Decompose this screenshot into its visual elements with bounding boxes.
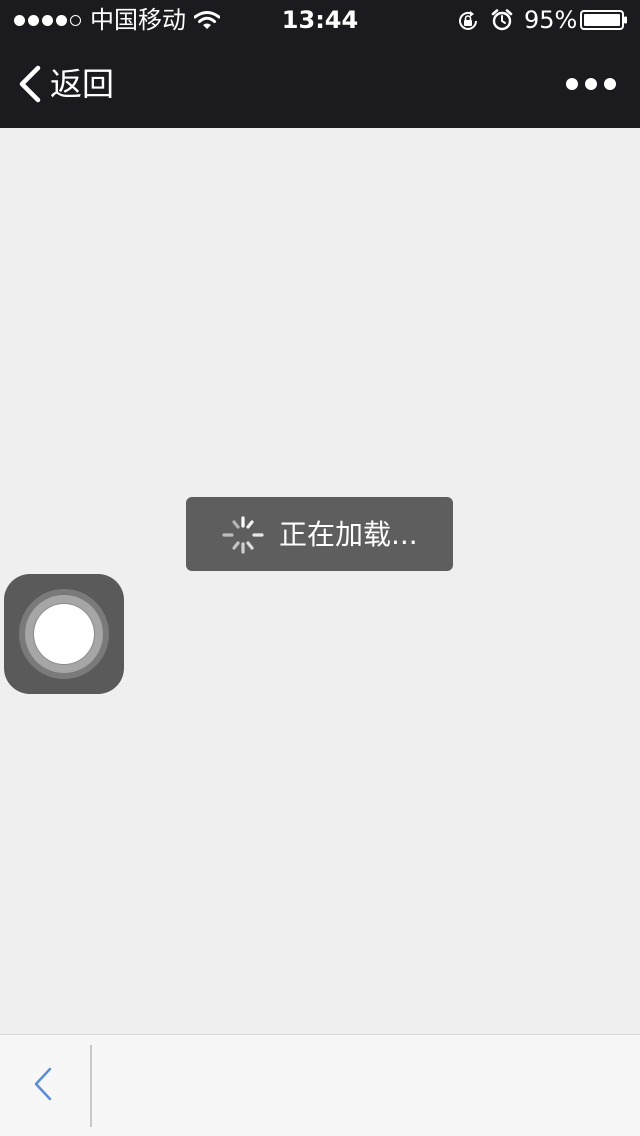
signal-strength-icon <box>14 13 81 27</box>
assistive-touch-button[interactable] <box>4 574 124 694</box>
spinner-icon <box>222 516 264 554</box>
back-button[interactable]: 返回 <box>16 60 114 108</box>
loading-text: 正在加载... <box>279 518 418 551</box>
status-bar: 中国移动 13:44 95% <box>0 0 640 40</box>
signal-dot <box>14 14 25 26</box>
rotation-lock-icon <box>459 11 477 30</box>
carrier-name: 中国移动 <box>90 6 186 34</box>
alarm-icon <box>491 9 513 31</box>
toolbar-back-button[interactable] <box>20 1057 68 1109</box>
signal-dot-empty <box>70 14 81 26</box>
bottom-toolbar <box>0 1034 640 1136</box>
chevron-left-icon <box>34 1067 52 1101</box>
toolbar-divider <box>90 1045 92 1127</box>
signal-dot <box>28 14 39 26</box>
signal-dot <box>42 14 53 26</box>
signal-dot <box>56 14 67 26</box>
assistive-touch-core <box>34 604 94 664</box>
navigation-bar: 返回 <box>0 40 640 128</box>
battery-percentage: 95% <box>524 6 578 34</box>
more-options-button[interactable] <box>566 70 616 98</box>
chevron-left-icon <box>19 65 41 103</box>
more-dots-icon <box>585 78 597 90</box>
battery-icon <box>580 10 627 30</box>
back-label: 返回 <box>50 65 115 103</box>
more-dots-icon <box>566 78 578 90</box>
wifi-icon <box>194 11 220 29</box>
more-dots-icon <box>604 78 616 90</box>
